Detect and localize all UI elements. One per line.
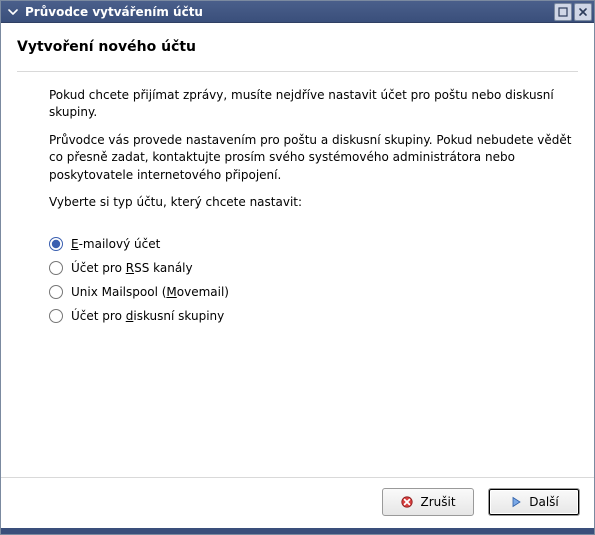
option-unix[interactable]: Unix Mailspool (Movemail)	[49, 285, 578, 299]
radio-unix[interactable]	[49, 285, 63, 299]
divider	[17, 71, 578, 73]
cancel-button-label: Zrušit	[420, 495, 455, 509]
window-title: Průvodce vytvářením účtu	[25, 5, 552, 19]
option-email-label: E-mailový účet	[71, 237, 160, 251]
next-button-label: Další	[529, 495, 559, 509]
spacer	[17, 333, 578, 467]
option-email[interactable]: E-mailový účet	[49, 237, 578, 251]
account-type-options: E-mailový účet Účet pro RSS kanály Unix …	[17, 221, 578, 333]
prompt-text: Vyberte si typ účtu, který chcete nastav…	[49, 194, 572, 211]
intro-paragraph-2: Průvodce vás provede nastavením pro pošt…	[49, 132, 572, 184]
cancel-button[interactable]: Zrušit	[382, 488, 474, 516]
option-rss[interactable]: Účet pro RSS kanály	[49, 261, 578, 275]
chevron-down-icon[interactable]	[5, 4, 21, 20]
wizard-window: Průvodce vytvářením účtu Vytvoření novéh…	[0, 0, 595, 535]
intro-paragraph-1: Pokud chcete přijímat zprávy, musíte nej…	[49, 87, 572, 122]
next-button[interactable]: Další	[488, 488, 580, 516]
body-text: Pokud chcete přijímat zprávy, musíte nej…	[17, 87, 578, 221]
footer: Zrušit Další	[1, 477, 594, 528]
cancel-icon	[400, 495, 414, 509]
minimize-button[interactable]	[554, 3, 572, 21]
radio-news[interactable]	[49, 309, 63, 323]
option-news[interactable]: Účet pro diskusní skupiny	[49, 309, 578, 323]
option-unix-label: Unix Mailspool (Movemail)	[71, 285, 229, 299]
content-area: Vytvoření nového účtu Pokud chcete přijí…	[1, 23, 594, 477]
bottom-decoration	[1, 528, 594, 534]
play-icon	[509, 495, 523, 509]
close-icon	[578, 7, 588, 17]
minimize-icon	[558, 7, 568, 17]
option-rss-label: Účet pro RSS kanály	[71, 261, 193, 275]
radio-rss[interactable]	[49, 261, 63, 275]
option-news-label: Účet pro diskusní skupiny	[71, 309, 224, 323]
radio-email[interactable]	[49, 237, 63, 251]
page-title: Vytvoření nového účtu	[17, 39, 578, 55]
titlebar: Průvodce vytvářením účtu	[1, 1, 594, 23]
close-button[interactable]	[574, 3, 592, 21]
